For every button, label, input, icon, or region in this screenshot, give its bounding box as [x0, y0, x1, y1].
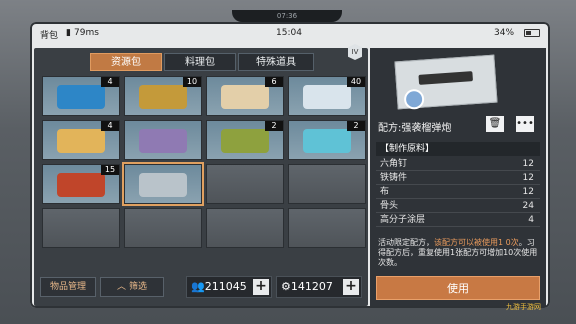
seal-icon	[403, 88, 425, 110]
material-qty: 24	[522, 201, 534, 211]
currency-2: ⚙141207 +	[276, 276, 362, 298]
red-herb-icon	[57, 173, 105, 197]
bandage-roll-icon	[221, 85, 269, 109]
inventory-slot-empty[interactable]	[206, 208, 284, 248]
material-qty: 4	[528, 215, 534, 225]
inventory-slot-paper-scroll[interactable]: 4	[42, 120, 120, 160]
materials-header: 【制作原料】	[376, 142, 540, 156]
item-count: 15	[101, 165, 119, 175]
battery-icon	[524, 29, 540, 37]
status-time: 15:04	[276, 28, 302, 38]
inventory-slot-empty[interactable]	[288, 164, 366, 204]
status-bar: 背包 ▮ 79ms 15:04 34%	[30, 24, 550, 44]
desc-part-1: 活动限定配方，	[378, 238, 434, 247]
canned-food-icon	[139, 85, 187, 109]
filter-button[interactable]: ︿ 筛选	[100, 277, 164, 297]
material-name: 布	[380, 187, 390, 197]
recipe-title: 配方:强袭榴弹炮	[378, 123, 452, 134]
filter-label: 筛选	[128, 282, 147, 292]
add-currency-1-button[interactable]: +	[253, 279, 269, 295]
more-icon[interactable]: •••	[516, 116, 534, 132]
material-row: 布 12	[376, 186, 540, 199]
inventory-slot-empty[interactable]	[288, 208, 366, 248]
inventory-slot-canned-food[interactable]: 10	[124, 76, 202, 116]
gear-coin-icon: ⚙	[281, 280, 291, 293]
status-battery: 34%	[494, 28, 515, 38]
green-tube-icon	[221, 129, 269, 153]
item-count: 40	[347, 77, 365, 87]
chevron-up-icon: ︿	[117, 282, 127, 292]
material-row: 骨头 24	[376, 200, 540, 213]
item-count: 6	[265, 77, 283, 87]
material-name: 骨头	[380, 201, 399, 211]
currency-2-value: 141207	[290, 280, 333, 293]
inventory-slot-bandage-roll[interactable]: 6	[206, 76, 284, 116]
people-icon: 👥	[191, 280, 205, 293]
inventory-slot-blue-tarp[interactable]: 2	[288, 120, 366, 160]
trash-icon[interactable]: 🗑	[486, 116, 504, 132]
item-count: 2	[347, 121, 365, 131]
syringe-icon	[57, 85, 105, 109]
item-count: 2	[265, 121, 283, 131]
blue-tarp-icon	[303, 129, 351, 153]
inventory-slot-plastic-bag[interactable]: 40	[288, 76, 366, 116]
blueprint-weapon-icon	[139, 173, 187, 197]
tab-special-items[interactable]: 特殊道具	[238, 53, 314, 71]
inventory-slot-red-herb[interactable]: 15	[42, 164, 120, 204]
material-name: 铁铸件	[380, 173, 408, 183]
tab-cooking-pack[interactable]: 料理包	[164, 53, 236, 71]
inventory-slot-empty[interactable]	[206, 164, 284, 204]
material-row: 六角钉 12	[376, 158, 540, 171]
inventory-slot-empty[interactable]	[124, 208, 202, 248]
desc-highlight: 该配方可以被使用1 0次	[434, 238, 519, 247]
notch-clock: 07:36	[232, 10, 342, 22]
use-button[interactable]: 使用	[376, 276, 540, 300]
inventory-slot-blueprint-weapon[interactable]	[122, 162, 204, 206]
item-count: 10	[183, 77, 201, 87]
currency-1: 👥211045 +	[186, 276, 272, 298]
signal-icon: ▮	[66, 28, 71, 38]
grenade-launcher-icon	[418, 71, 474, 85]
item-count: 4	[101, 121, 119, 131]
add-currency-2-button[interactable]: +	[343, 279, 359, 295]
material-qty: 12	[522, 173, 534, 183]
plastic-bag-icon	[303, 85, 351, 109]
tier-badge: IV	[348, 44, 362, 60]
material-qty: 12	[522, 187, 534, 197]
material-name: 高分子涂层	[380, 215, 426, 225]
material-row: 高分子涂层 4	[376, 214, 540, 227]
currency-1-value: 211045	[204, 280, 247, 293]
status-ping: 79ms	[74, 28, 99, 38]
material-row: 铁铸件 12	[376, 172, 540, 185]
material-name: 六角钉	[380, 159, 408, 169]
inventory-slot-empty[interactable]	[42, 208, 120, 248]
inventory-slot-green-tube[interactable]: 2	[206, 120, 284, 160]
item-manage-button[interactable]: 物品管理	[40, 277, 96, 297]
recipe-description: 活动限定配方，该配方可以被使用1 0次。习得配方后，重复使用1张配方可增加10次…	[378, 238, 538, 268]
blueprint-purple-icon	[139, 129, 187, 153]
recipe-blueprint-image	[394, 54, 498, 110]
paper-scroll-icon	[57, 129, 105, 153]
inventory-slot-syringe[interactable]: 4	[42, 76, 120, 116]
watermark: 九游手游网	[506, 303, 541, 311]
item-count: 4	[101, 77, 119, 87]
inventory-slot-blueprint-purple[interactable]	[124, 120, 202, 160]
tab-resource-pack[interactable]: 资源包	[90, 53, 162, 71]
material-qty: 12	[522, 159, 534, 169]
status-title: 背包	[40, 31, 59, 41]
